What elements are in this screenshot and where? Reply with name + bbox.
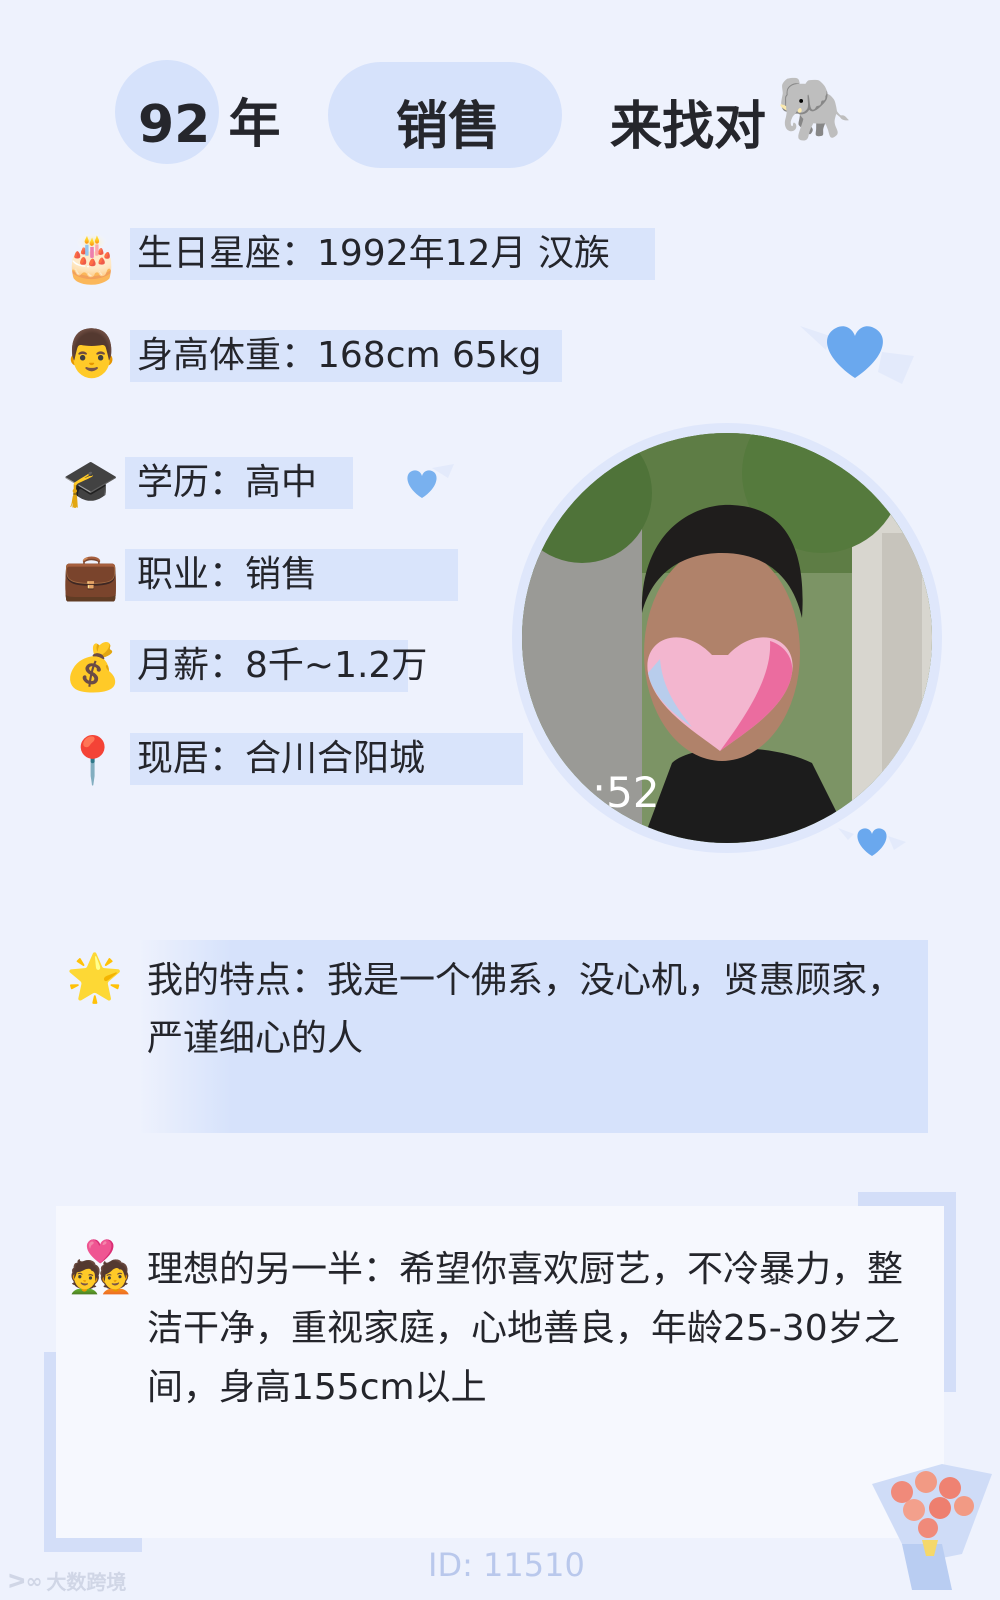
man-face-icon: 👨 [63, 326, 121, 380]
job-label: 销售 [396, 97, 501, 157]
watermark-logo-icon: ᐳ∞ [8, 1568, 43, 1593]
winged-heart-icon [800, 326, 914, 384]
info-text-education: 学历：高中 [137, 462, 318, 503]
star-icon: 🌟 [66, 950, 124, 1004]
elephant-icon: 🐘 [776, 72, 854, 145]
ideal-partner-text: 理想的另一半：希望你喜欢厨艺，不冷暴力，整洁干净，重视家庭，心地善良，年龄25-… [147, 1249, 904, 1408]
features-text: 我的特点：我是一个佛系，没心机，贤惠顾家，严谨细心的人 [147, 960, 904, 1059]
watermark-text: 大数跨境 [46, 1570, 127, 1594]
couple-with-heart-icon: 💑 [69, 1238, 132, 1296]
small-heart-icon [838, 828, 906, 856]
info-text-residence: 现居：合川合阳城 [137, 738, 426, 779]
watermark: ᐳ∞ 大数跨境 [8, 1566, 126, 1595]
info-text-occupation: 职业：销售 [137, 554, 318, 595]
profile-photo[interactable]: :52 [522, 433, 932, 843]
info-text-salary: 月薪：8千~1.2万 [137, 645, 428, 686]
profile-id: ID: 11510 [428, 1546, 585, 1584]
briefcase-icon: 💼 [62, 549, 120, 603]
info-text-height-weight: 身高体重：168cm 65kg [137, 335, 542, 376]
birthday-cake-icon: 🎂 [63, 231, 121, 285]
profile-photo-image [522, 433, 932, 843]
graduation-cap-icon: 🎓 [62, 456, 120, 510]
age-label: 92 年 [138, 95, 281, 155]
seeking-label: 来找对 [610, 97, 767, 157]
location-pin-icon: 📍 [64, 733, 122, 787]
info-text-birthday: 生日星座：1992年12月 汉族 [137, 233, 610, 274]
small-heart-icon [407, 464, 454, 498]
flower-bouquet-icon [872, 1464, 992, 1590]
money-bag-icon: 💰 [64, 640, 122, 694]
photo-overlay-text: :52 [592, 768, 660, 817]
